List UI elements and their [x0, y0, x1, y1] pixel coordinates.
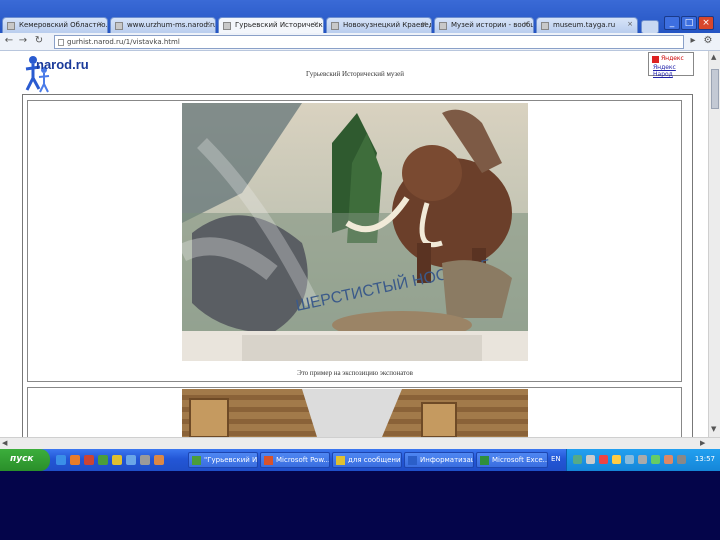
tray-app-icon[interactable]: [638, 455, 647, 464]
back-arrow-icon[interactable]: ←: [2, 35, 16, 46]
page-icon: [7, 22, 15, 30]
close-window-button[interactable]: ×: [698, 16, 714, 30]
scroll-up-icon[interactable]: ▲: [711, 53, 716, 61]
word-icon: [408, 456, 417, 465]
yandex-icon: [652, 56, 659, 63]
tab-2-active[interactable]: Гурьевский Историческ... ×: [218, 17, 324, 33]
photo-caption: Это пример на экспозицию экспонатов: [297, 369, 413, 377]
tab-0[interactable]: Кемеровский Областно... ×: [2, 17, 108, 33]
taskbar-button-label: "Гурьевский И...: [204, 456, 258, 464]
page-viewport: narod.ru Гурьевский Исторический музей Я…: [0, 51, 708, 437]
chrome-icon[interactable]: [98, 455, 108, 465]
app-icon[interactable]: [140, 455, 150, 465]
ad-link[interactable]: Яндекс Народ: [649, 62, 693, 78]
close-tab-icon[interactable]: ×: [421, 20, 427, 28]
forward-arrow-icon[interactable]: →: [16, 35, 30, 46]
excel-icon: [480, 456, 489, 465]
tray-app-icon[interactable]: [651, 455, 660, 464]
tab-4[interactable]: Музей истории - вообще ×: [434, 17, 534, 33]
taskbar-button-folder[interactable]: для сообщения: [332, 452, 402, 468]
taskbar-button-label: для сообщения: [348, 456, 402, 464]
close-tab-icon[interactable]: ×: [627, 20, 633, 28]
page-icon: [223, 22, 231, 30]
taskbar-button-label: Microsoft Exce...: [492, 456, 548, 464]
tray-app-icon[interactable]: [612, 455, 621, 464]
start-button[interactable]: пуск: [0, 449, 50, 471]
tab-label: Новокузнецкий Краевед...: [343, 21, 432, 29]
horizontal-scrollbar[interactable]: ◀ ▶: [0, 437, 720, 449]
tab-1[interactable]: www.urzhum-ms.narod.ru ×: [110, 17, 216, 33]
address-text: gurhist.narod.ru/1/vistavka.html: [67, 38, 180, 46]
powerpoint-icon: [264, 456, 273, 465]
logo-text: narod.ru: [36, 57, 89, 72]
tray-app-icon[interactable]: [677, 455, 686, 464]
vertical-scrollbar[interactable]: ▲ ▼: [708, 51, 720, 437]
close-tab-icon[interactable]: ×: [313, 20, 319, 28]
app-icon[interactable]: [154, 455, 164, 465]
taskbar: пуск "Гурьевский И... Microsoft Pow... д…: [0, 449, 720, 471]
language-indicator[interactable]: EN: [551, 455, 561, 463]
wooden-room-photo: [182, 389, 528, 437]
clock[interactable]: 13:57: [695, 455, 715, 463]
taskbar-button-excel[interactable]: Microsoft Exce...: [476, 452, 548, 468]
folder-icon: [336, 456, 345, 465]
opera-icon[interactable]: [84, 455, 94, 465]
tab-label: Кемеровский Областно...: [19, 21, 108, 29]
address-bar[interactable]: gurhist.narod.ru/1/vistavka.html: [54, 35, 684, 49]
page-icon: [331, 22, 339, 30]
wrench-icon[interactable]: ⚙: [701, 35, 715, 46]
page-icon: [58, 39, 64, 46]
browser-tab-strip: Кемеровский Областно... × www.urzhum-ms.…: [0, 0, 720, 34]
antivirus-icon[interactable]: [599, 455, 608, 464]
tab-label: Музей истории - вообще: [451, 21, 534, 29]
tray-app-icon[interactable]: [664, 455, 673, 464]
page-icon: [439, 22, 447, 30]
tab-label: Гурьевский Историческ...: [235, 21, 324, 29]
maximize-button[interactable]: □: [681, 16, 697, 30]
taskbar-button-label: Microsoft Pow...: [276, 456, 330, 464]
chrome-icon: [192, 456, 201, 465]
scroll-thumb[interactable]: [711, 69, 719, 109]
taskbar-button-browser[interactable]: "Гурьевский И...: [188, 452, 258, 468]
scroll-right-icon[interactable]: ▶: [700, 439, 705, 447]
tab-3[interactable]: Новокузнецкий Краевед... ×: [326, 17, 432, 33]
tab-5[interactable]: museum.tayga.ru ×: [536, 17, 638, 33]
tab-label: www.urzhum-ms.narod.ru: [127, 21, 216, 29]
ie-icon[interactable]: [126, 455, 136, 465]
start-label: пуск: [10, 454, 34, 464]
taskbar-button-label: Информатизация: [420, 456, 473, 464]
slide-background-band: [0, 471, 720, 540]
taskbar-button-powerpoint[interactable]: Microsoft Pow...: [260, 452, 330, 468]
reload-icon[interactable]: ↻: [32, 35, 46, 46]
tray-app-icon[interactable]: [625, 455, 634, 464]
page-icon: [115, 22, 123, 30]
folder-icon[interactable]: [112, 455, 122, 465]
page-icon: [541, 22, 549, 30]
mammoth-diorama-photo: ШЕРСТИСТЫЙ НОСОРОГ: [182, 103, 528, 361]
scroll-down-icon[interactable]: ▼: [711, 425, 716, 433]
scroll-left-icon[interactable]: ◀: [2, 439, 7, 447]
tab-label: museum.tayga.ru: [553, 21, 616, 29]
volume-icon[interactable]: [586, 455, 595, 464]
close-tab-icon[interactable]: ×: [97, 20, 103, 28]
media-icon[interactable]: [70, 455, 80, 465]
browser-toolbar: ← → ↻ gurhist.narod.ru/1/vistavka.html ▸…: [0, 33, 720, 51]
ad-banner[interactable]: Яндекс Яндекс Народ: [648, 52, 694, 78]
new-tab-button[interactable]: [641, 20, 659, 34]
close-tab-icon[interactable]: ×: [523, 20, 529, 28]
taskbar-button-word[interactable]: Информатизация: [404, 452, 474, 468]
minimize-button[interactable]: _: [664, 16, 680, 30]
desktop-icon[interactable]: [56, 455, 66, 465]
close-tab-icon[interactable]: ×: [205, 20, 211, 28]
system-tray: EN 13:57: [551, 449, 720, 471]
network-icon[interactable]: [573, 455, 582, 464]
bookmark-page-icon[interactable]: ▸: [686, 35, 700, 46]
page-title: Гурьевский Исторический музей: [305, 70, 405, 78]
